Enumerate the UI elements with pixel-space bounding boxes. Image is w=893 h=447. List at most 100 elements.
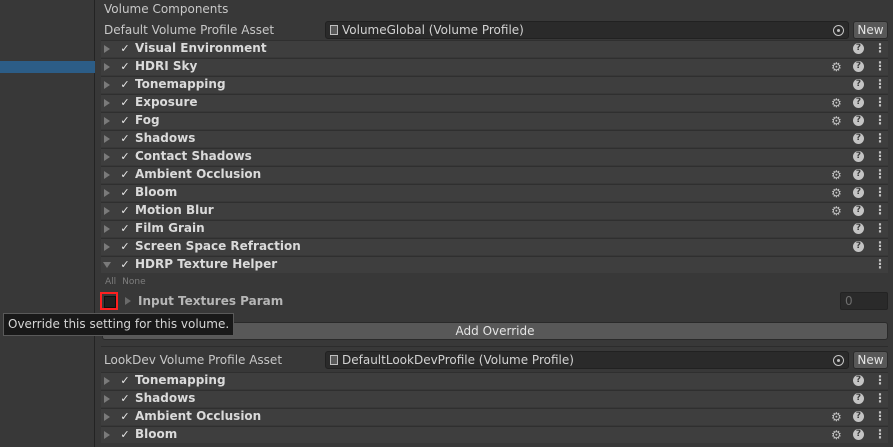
component-row[interactable]: ✓ Shadows? ⋮ (101, 390, 888, 407)
kebab-menu-icon[interactable]: ⋮ (874, 95, 886, 110)
none-toggle[interactable]: None (122, 277, 145, 287)
component-row[interactable]: ✓ HDRP Texture Helper ⋮ (101, 256, 888, 273)
component-row[interactable]: ✓ HDRI Sky ⚙? ⋮ (101, 58, 888, 75)
kebab-menu-icon[interactable]: ⋮ (874, 239, 886, 254)
new-profile-button[interactable]: New (853, 21, 888, 39)
all-toggle[interactable]: All (105, 277, 116, 287)
kebab-menu-icon[interactable]: ⋮ (874, 257, 886, 272)
kebab-menu-icon[interactable]: ⋮ (874, 427, 886, 442)
fold-arrow-icon[interactable] (104, 171, 110, 179)
component-row[interactable]: ✓ Shadows? ⋮ (101, 130, 888, 147)
kebab-menu-icon[interactable]: ⋮ (874, 131, 886, 146)
enable-checkbox[interactable]: ✓ (119, 393, 131, 405)
component-row[interactable]: ✓ Film Grain? ⋮ (101, 220, 888, 237)
fold-arrow-icon[interactable] (104, 189, 110, 197)
help-icon[interactable]: ? (853, 411, 864, 422)
param-value-field[interactable]: 0 (840, 292, 888, 310)
enable-checkbox[interactable]: ✓ (119, 223, 131, 235)
component-row[interactable]: ✓ Visual Environment? ⋮ (101, 40, 888, 57)
gear-icon[interactable]: ⚙ (831, 169, 844, 181)
fold-arrow-icon[interactable] (104, 63, 110, 71)
fold-arrow-icon[interactable] (104, 377, 110, 385)
gear-icon[interactable]: ⚙ (831, 429, 844, 441)
enable-checkbox[interactable]: ✓ (119, 411, 131, 423)
enable-checkbox[interactable]: ✓ (119, 169, 131, 181)
help-icon[interactable]: ? (853, 79, 864, 90)
help-icon[interactable]: ? (853, 43, 864, 54)
override-checkbox[interactable] (100, 292, 118, 310)
kebab-menu-icon[interactable]: ⋮ (874, 185, 886, 200)
fold-arrow-icon[interactable] (104, 81, 110, 89)
fold-open-arrow-icon[interactable] (103, 262, 111, 268)
enable-checkbox[interactable]: ✓ (119, 187, 131, 199)
fold-arrow-icon[interactable] (104, 117, 110, 125)
lookdev-profile-field[interactable]: DefaultLookDevProfile (Volume Profile) (325, 351, 849, 369)
enable-checkbox[interactable]: ✓ (119, 43, 131, 55)
kebab-menu-icon[interactable]: ⋮ (874, 41, 886, 56)
selected-item[interactable] (0, 61, 95, 73)
component-row[interactable]: ✓ Contact Shadows? ⋮ (101, 148, 888, 165)
enable-checkbox[interactable]: ✓ (119, 429, 131, 441)
fold-arrow-icon[interactable] (104, 45, 110, 53)
help-icon[interactable]: ? (853, 133, 864, 144)
param-fold-arrow-icon[interactable] (125, 297, 131, 305)
gear-icon[interactable]: ⚙ (831, 411, 844, 423)
fold-arrow-icon[interactable] (104, 207, 110, 215)
fold-arrow-icon[interactable] (104, 395, 110, 403)
help-icon[interactable]: ? (853, 115, 864, 126)
gear-icon[interactable]: ⚙ (831, 115, 844, 127)
kebab-menu-icon[interactable]: ⋮ (874, 167, 886, 182)
help-icon[interactable]: ? (853, 97, 864, 108)
enable-checkbox[interactable]: ✓ (119, 115, 131, 127)
enable-checkbox[interactable]: ✓ (119, 241, 131, 253)
gear-icon[interactable]: ⚙ (831, 61, 844, 73)
help-icon[interactable]: ? (853, 241, 864, 252)
enable-checkbox[interactable]: ✓ (119, 133, 131, 145)
enable-checkbox[interactable]: ✓ (119, 259, 131, 271)
kebab-menu-icon[interactable]: ⋮ (874, 113, 886, 128)
fold-arrow-icon[interactable] (104, 99, 110, 107)
kebab-menu-icon[interactable]: ⋮ (874, 409, 886, 424)
kebab-menu-icon[interactable]: ⋮ (874, 391, 886, 406)
object-picker-icon[interactable] (833, 25, 844, 36)
component-row[interactable]: ✓ Ambient Occlusion ⚙? ⋮ (101, 166, 888, 183)
enable-checkbox[interactable]: ✓ (119, 97, 131, 109)
enable-checkbox[interactable]: ✓ (119, 79, 131, 91)
component-row[interactable]: ✓ Motion Blur ⚙? ⋮ (101, 202, 888, 219)
component-row[interactable]: ✓ Bloom ⚙? ⋮ (101, 184, 888, 201)
gear-icon[interactable]: ⚙ (831, 205, 844, 217)
kebab-menu-icon[interactable]: ⋮ (874, 149, 886, 164)
kebab-menu-icon[interactable]: ⋮ (874, 221, 886, 236)
help-icon[interactable]: ? (853, 375, 864, 386)
fold-arrow-icon[interactable] (104, 243, 110, 251)
fold-arrow-icon[interactable] (104, 225, 110, 233)
component-row[interactable]: ✓ Tonemapping? ⋮ (101, 372, 888, 389)
enable-checkbox[interactable]: ✓ (119, 61, 131, 73)
help-icon[interactable]: ? (853, 187, 864, 198)
help-icon[interactable]: ? (853, 151, 864, 162)
component-row[interactable]: ✓ Fog ⚙? ⋮ (101, 112, 888, 129)
component-row[interactable]: ✓ Exposure ⚙? ⋮ (101, 94, 888, 111)
enable-checkbox[interactable]: ✓ (119, 205, 131, 217)
kebab-menu-icon[interactable]: ⋮ (874, 203, 886, 218)
kebab-menu-icon[interactable]: ⋮ (874, 77, 886, 92)
help-icon[interactable]: ? (853, 429, 864, 440)
component-row[interactable]: ✓ Ambient Occlusion ⚙? ⋮ (101, 408, 888, 425)
default-profile-field[interactable]: VolumeGlobal (Volume Profile) (325, 21, 849, 39)
help-icon[interactable]: ? (853, 393, 864, 404)
fold-arrow-icon[interactable] (104, 413, 110, 421)
enable-checkbox[interactable]: ✓ (119, 151, 131, 163)
fold-arrow-icon[interactable] (104, 153, 110, 161)
kebab-menu-icon[interactable]: ⋮ (874, 373, 886, 388)
enable-checkbox[interactable]: ✓ (119, 375, 131, 387)
help-icon[interactable]: ? (853, 223, 864, 234)
kebab-menu-icon[interactable]: ⋮ (874, 59, 886, 74)
help-icon[interactable]: ? (853, 169, 864, 180)
gear-icon[interactable]: ⚙ (831, 187, 844, 199)
new-lookdev-button[interactable]: New (853, 351, 888, 369)
fold-arrow-icon[interactable] (104, 431, 110, 439)
component-row[interactable]: ✓ Bloom ⚙? ⋮ (101, 426, 888, 443)
component-row[interactable]: ✓ Screen Space Refraction? ⋮ (101, 238, 888, 255)
object-picker-icon[interactable] (833, 355, 844, 366)
help-icon[interactable]: ? (853, 205, 864, 216)
